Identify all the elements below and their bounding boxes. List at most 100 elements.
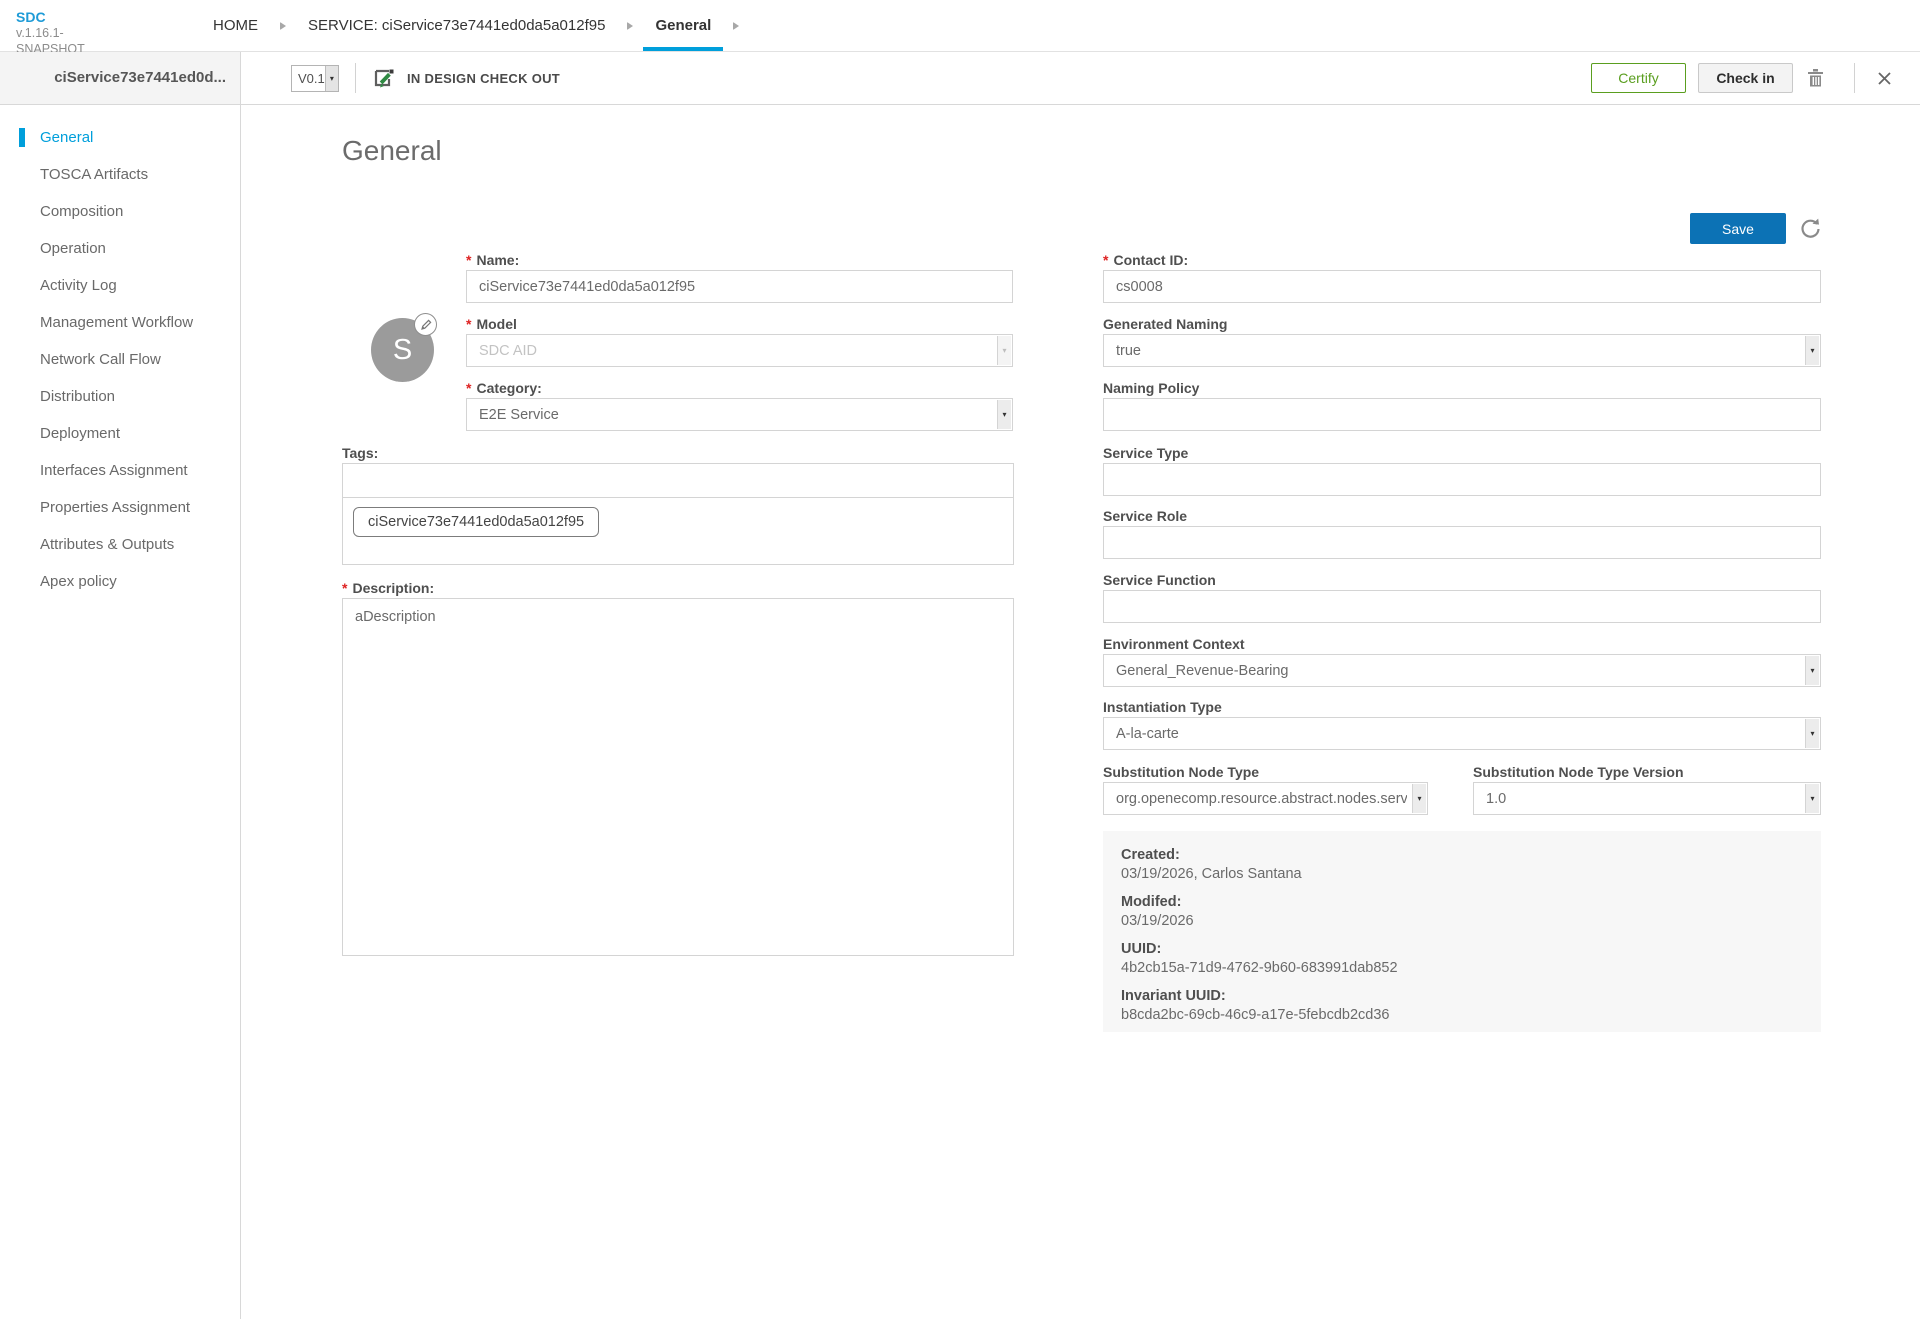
tag-chip[interactable]: ciService73e7441ed0da5a012f95 [353, 507, 600, 537]
contact-id-label: * Contact ID: [1103, 251, 1189, 268]
naming-policy-input[interactable] [1103, 398, 1821, 431]
chevron-down-icon: ▾ [997, 400, 1011, 429]
invariant-uuid-label: Invariant UUID: [1121, 988, 1226, 1004]
required-mark: * [466, 379, 472, 396]
revert-icon[interactable] [1799, 217, 1822, 245]
sidebar-item-deployment[interactable]: Deployment [0, 415, 240, 452]
service-function-input[interactable] [1103, 590, 1821, 623]
sidebar-item-general[interactable]: General [0, 119, 240, 156]
toolbar-buttons: Certify Check in [1591, 63, 1896, 93]
contact-id-field: * Contact ID: [1103, 252, 1821, 303]
substitution-node-type-field: Substitution Node Type org.openecomp.res… [1103, 764, 1428, 815]
tags-input[interactable] [343, 464, 1013, 498]
description-textarea[interactable]: aDescription [342, 598, 1014, 956]
category-select[interactable]: E2E Service ▾ [466, 398, 1013, 431]
tags-label: Tags: [342, 444, 379, 461]
naming-policy-label: Naming Policy [1103, 379, 1200, 396]
environment-context-label: Environment Context [1103, 635, 1245, 652]
breadcrumb-general[interactable]: General [643, 0, 723, 51]
service-type-input[interactable] [1103, 463, 1821, 496]
close-icon[interactable] [1877, 71, 1892, 86]
breadcrumb-service[interactable]: SERVICE: ciService73e7441ed0da5a012f95 [296, 0, 617, 51]
metadata-box: Created: 03/19/2026, Carlos Santana Modi… [1103, 831, 1821, 1032]
chevron-down-icon: ▾ [1412, 784, 1426, 813]
name-input[interactable] [466, 270, 1013, 303]
chevron-right-icon [280, 21, 286, 30]
modified-label: Modifed: [1121, 894, 1182, 910]
sidebar: General TOSCA Artifacts Composition Oper… [0, 105, 241, 1319]
divider [1854, 63, 1855, 93]
edit-icon[interactable] [414, 313, 437, 336]
general-form: General Save S * Name: ciService73e7441e… [241, 105, 1920, 1319]
model-label: * Model [466, 315, 517, 332]
created-value: 03/19/2026, Carlos Santana [1121, 866, 1302, 882]
sidebar-item-composition[interactable]: Composition [0, 193, 240, 230]
version-select[interactable]: V0.1 ▾ [291, 64, 339, 92]
sidebar-item-tosca-artifacts[interactable]: TOSCA Artifacts [0, 156, 240, 193]
sidebar-item-distribution[interactable]: Distribution [0, 378, 240, 415]
chevron-right-icon [627, 21, 634, 30]
model-select: SDC AID ▾ [466, 334, 1013, 367]
content: General TOSCA Artifacts Composition Oper… [0, 105, 1920, 1319]
entity-title: ciService73e7441ed0d... [0, 52, 241, 104]
model-field: * Model SDC AID ▾ [466, 316, 1013, 367]
logo-title: SDC [16, 9, 46, 25]
chevron-down-icon: ▾ [1805, 784, 1819, 813]
sidebar-item-interfaces-assignment[interactable]: Interfaces Assignment [0, 452, 240, 489]
created-info: Created: 03/19/2026, Carlos Santana [1121, 846, 1803, 884]
environment-context-select[interactable]: General_Revenue-Bearing ▾ [1103, 654, 1821, 687]
service-type-field: Service Type [1103, 445, 1821, 496]
sidebar-item-network-call-flow[interactable]: Network Call Flow [0, 341, 240, 378]
invariant-uuid-info: Invariant UUID: b8cda2bc-69cb-46c9-a17e-… [1121, 987, 1803, 1025]
in-design-icon [372, 67, 397, 90]
lifecycle-status: IN DESIGN CHECK OUT [407, 70, 561, 86]
chevron-down-icon: ▾ [1805, 656, 1819, 685]
sidebar-item-activity-log[interactable]: Activity Log [0, 267, 240, 304]
breadcrumb-home[interactable]: HOME [201, 0, 270, 51]
version-label: V0.1 [298, 70, 325, 86]
service-role-label: Service Role [1103, 507, 1188, 524]
sidebar-item-apex-policy[interactable]: Apex policy [0, 563, 240, 600]
sdc-logo: SDC v.1.16.1-SNAPSHOT [0, 0, 131, 56]
created-label: Created: [1121, 847, 1180, 863]
service-role-input[interactable] [1103, 526, 1821, 559]
divider [355, 63, 356, 93]
checkin-button[interactable]: Check in [1698, 63, 1793, 93]
naming-policy-field: Naming Policy [1103, 380, 1821, 431]
toolbar-actions: V0.1 ▾ IN DESIGN CHECK OUT Certify Check… [241, 52, 1920, 104]
substitution-node-type-select[interactable]: org.openecomp.resource.abstract.nodes.se… [1103, 782, 1428, 815]
substitution-node-type-version-field: Substitution Node Type Version 1.0 ▾ [1473, 764, 1821, 815]
chevron-down-icon: ▾ [1805, 336, 1819, 365]
required-mark: * [1103, 251, 1109, 268]
instantiation-type-label: Instantiation Type [1103, 698, 1222, 715]
modified-info: Modifed: 03/19/2026 [1121, 893, 1803, 931]
service-function-label: Service Function [1103, 571, 1216, 588]
service-function-field: Service Function [1103, 572, 1821, 623]
sidebar-item-properties-assignment[interactable]: Properties Assignment [0, 489, 240, 526]
service-role-field: Service Role [1103, 508, 1821, 559]
tags-box: ciService73e7441ed0da5a012f95 [342, 463, 1014, 565]
description-field: * Description: aDescription [342, 580, 1014, 961]
required-mark: * [466, 251, 472, 268]
sidebar-item-attributes-outputs[interactable]: Attributes & Outputs [0, 526, 240, 563]
uuid-label: UUID: [1121, 941, 1162, 957]
name-field: * Name: [466, 252, 1013, 303]
generated-naming-label: Generated Naming [1103, 315, 1228, 332]
generated-naming-select[interactable]: true ▾ [1103, 334, 1821, 367]
description-label: * Description: [342, 579, 435, 596]
certify-button[interactable]: Certify [1591, 63, 1686, 93]
instantiation-type-select[interactable]: A-la-carte ▾ [1103, 717, 1821, 750]
uuid-value: 4b2cb15a-71d9-4762-9b60-683991dab852 [1121, 960, 1398, 976]
save-button[interactable]: Save [1690, 213, 1786, 244]
breadcrumb: HOME SERVICE: ciService73e7441ed0da5a012… [201, 0, 749, 51]
delete-icon[interactable] [1807, 68, 1824, 88]
contact-id-input[interactable] [1103, 270, 1821, 303]
chevron-down-icon: ▾ [324, 65, 338, 91]
category-label: * Category: [466, 379, 542, 396]
uuid-info: UUID: 4b2cb15a-71d9-4762-9b60-683991dab8… [1121, 940, 1803, 978]
substitution-node-type-version-select[interactable]: 1.0 ▾ [1473, 782, 1821, 815]
sidebar-item-management-workflow[interactable]: Management Workflow [0, 304, 240, 341]
sidebar-item-operation[interactable]: Operation [0, 230, 240, 267]
page-title: General [342, 135, 442, 166]
sdc-app: SDC v.1.16.1-SNAPSHOT HOME SERVICE: ciSe… [0, 0, 1920, 1319]
